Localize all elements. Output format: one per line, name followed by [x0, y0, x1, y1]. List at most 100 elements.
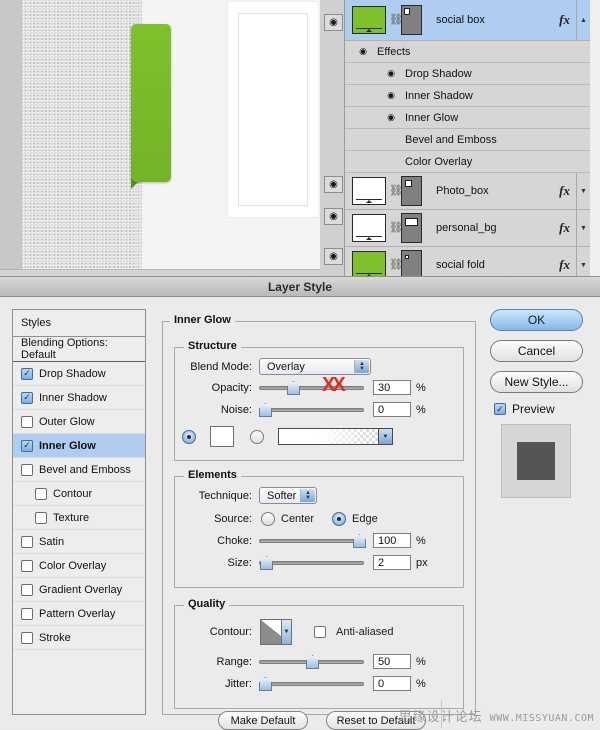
checkbox-inner-glow[interactable] [21, 439, 33, 452]
fx-icon[interactable]: fx [559, 257, 570, 273]
style-item-contour[interactable]: Contour [13, 482, 145, 506]
glow-color-swatch[interactable] [210, 426, 234, 447]
eye-icon[interactable]: ◉ [355, 45, 371, 58]
technique-select[interactable]: Softer ▲ ▼ [259, 487, 317, 504]
checkbox-gradient-overlay[interactable] [21, 583, 33, 596]
contour-picker[interactable]: ▼ [260, 619, 292, 645]
style-item-gradient-overlay[interactable]: Gradient Overlay [13, 578, 145, 602]
list-item[interactable]: ◉ Drop Shadow [345, 63, 590, 85]
cancel-button[interactable]: Cancel [490, 340, 583, 362]
effects-group-row[interactable]: ◉ Effects [345, 41, 590, 63]
eye-icon[interactable]: ◉ [383, 111, 399, 124]
chevron-down-icon[interactable]: ▼ [576, 247, 590, 278]
list-item[interactable]: Bevel and Emboss [345, 129, 590, 151]
layer-mask-thumbnail[interactable] [401, 5, 422, 35]
fx-icon[interactable]: fx [559, 12, 570, 28]
style-item-drop-shadow[interactable]: Drop Shadow [13, 362, 145, 386]
checkbox-texture[interactable] [35, 511, 47, 524]
photo-frame-shape[interactable] [228, 2, 318, 217]
checkbox-pattern-overlay[interactable] [21, 607, 33, 620]
range-input[interactable]: 50 [373, 654, 411, 669]
style-item-bevel-and-emboss[interactable]: Bevel and Emboss [13, 458, 145, 482]
list-item[interactable]: Color Overlay [345, 151, 590, 173]
layer-visibility-toggle-social-fold[interactable]: ◉ [324, 248, 343, 265]
style-item-color-overlay[interactable]: Color Overlay [13, 554, 145, 578]
style-item-inner-glow[interactable]: Inner Glow [13, 434, 145, 458]
checkbox-preview[interactable] [494, 403, 506, 415]
style-item-pattern-overlay[interactable]: Pattern Overlay [13, 602, 145, 626]
radio-source-edge[interactable] [332, 512, 347, 526]
table-row[interactable]: ⛓ social box fx ▲ [345, 0, 590, 41]
gradient-picker[interactable]: ▼ [278, 428, 393, 445]
size-input[interactable]: 2 [373, 555, 411, 570]
style-item-texture[interactable]: Texture [13, 506, 145, 530]
table-row[interactable]: ⛓ Photo_box fx ▼ [345, 173, 590, 210]
layer-name[interactable]: social box [436, 14, 559, 26]
fx-icon[interactable]: fx [559, 183, 570, 199]
style-item-inner-shadow[interactable]: Inner Shadow [13, 386, 145, 410]
size-slider[interactable] [259, 556, 364, 570]
radio-color-fill[interactable] [182, 429, 196, 444]
layer-visibility-toggle-social-box[interactable]: ◉ [324, 14, 343, 31]
radio-gradient-fill[interactable] [250, 429, 264, 444]
layer-mask-thumbnail[interactable] [401, 213, 422, 243]
opacity-input[interactable]: 30 [373, 380, 411, 395]
layer-thumbnail[interactable] [352, 251, 386, 278]
green-tab-shape[interactable] [131, 24, 171, 182]
layer-thumbnail[interactable] [352, 6, 386, 34]
blending-options-item[interactable]: Blending Options: Default [13, 337, 145, 362]
style-item-outer-glow[interactable]: Outer Glow [13, 410, 145, 434]
layer-mask-thumbnail[interactable] [401, 176, 422, 206]
checkbox-outer-glow[interactable] [21, 415, 33, 428]
range-slider[interactable] [259, 655, 364, 669]
layers-panel[interactable]: ◉ ◉ ◉ ◉ ⛓ social box fx ▲ ◉ Effects ◉ Dr… [320, 0, 595, 278]
list-item[interactable]: ◉ Inner Shadow [345, 85, 590, 107]
opacity-slider[interactable] [259, 381, 364, 395]
noise-input[interactable]: 0 [373, 402, 411, 417]
link-icon[interactable]: ⛓ [389, 185, 403, 197]
layer-visibility-toggle-photo-box[interactable]: ◉ [324, 176, 343, 193]
radio-source-center[interactable] [261, 512, 275, 526]
checkbox-stroke[interactable] [21, 631, 33, 644]
eye-icon[interactable]: ◉ [383, 67, 399, 80]
ok-button[interactable]: OK [490, 309, 583, 331]
styles-list[interactable]: Styles Blending Options: Default Drop Sh… [12, 309, 146, 715]
link-icon[interactable]: ⛓ [389, 259, 403, 271]
checkbox-contour[interactable] [35, 487, 47, 500]
layer-name[interactable]: Photo_box [436, 185, 559, 197]
blend-mode-select[interactable]: Overlay ▲ ▼ [259, 358, 371, 375]
table-row[interactable]: ⛓ personal_bg fx ▼ [345, 210, 590, 247]
layer-visibility-toggle-personal-bg[interactable]: ◉ [324, 208, 343, 225]
checkbox-color-overlay[interactable] [21, 559, 33, 572]
chevron-updown-icon[interactable]: ▲ ▼ [300, 489, 315, 502]
checkbox-bevel-and-emboss[interactable] [21, 463, 33, 476]
eye-icon[interactable]: ◉ [383, 89, 399, 102]
chevron-down-icon[interactable]: ▼ [576, 173, 590, 209]
jitter-input[interactable]: 0 [373, 676, 411, 691]
chevron-updown-icon[interactable]: ▲ ▼ [354, 360, 369, 373]
chevron-up-icon[interactable]: ▲ [576, 0, 590, 40]
dialog-titlebar[interactable]: Layer Style [0, 277, 600, 297]
noise-slider[interactable] [259, 403, 364, 417]
table-row[interactable]: ⛓ social fold fx ▼ [345, 247, 590, 278]
layer-thumbnail[interactable] [352, 177, 386, 205]
link-icon[interactable]: ⛓ [389, 14, 403, 26]
document-canvas[interactable] [0, 0, 320, 278]
layer-name[interactable]: personal_bg [436, 222, 559, 234]
checkbox-anti-aliased[interactable] [314, 626, 326, 638]
make-default-button[interactable]: Make Default [218, 711, 308, 730]
style-item-stroke[interactable]: Stroke [13, 626, 145, 650]
chevron-down-icon[interactable]: ▼ [378, 429, 392, 444]
checkbox-inner-shadow[interactable] [21, 391, 33, 404]
style-item-satin[interactable]: Satin [13, 530, 145, 554]
layer-mask-thumbnail[interactable] [401, 250, 422, 278]
list-item[interactable]: ◉ Inner Glow [345, 107, 590, 129]
preview-toggle[interactable]: Preview [494, 402, 590, 416]
layer-thumbnail[interactable] [352, 214, 386, 242]
checkbox-drop-shadow[interactable] [21, 367, 33, 380]
fx-icon[interactable]: fx [559, 220, 570, 236]
link-icon[interactable]: ⛓ [389, 222, 403, 234]
choke-slider[interactable] [259, 534, 366, 548]
chevron-down-icon[interactable]: ▼ [576, 210, 590, 246]
new-style-button[interactable]: New Style... [490, 371, 583, 393]
